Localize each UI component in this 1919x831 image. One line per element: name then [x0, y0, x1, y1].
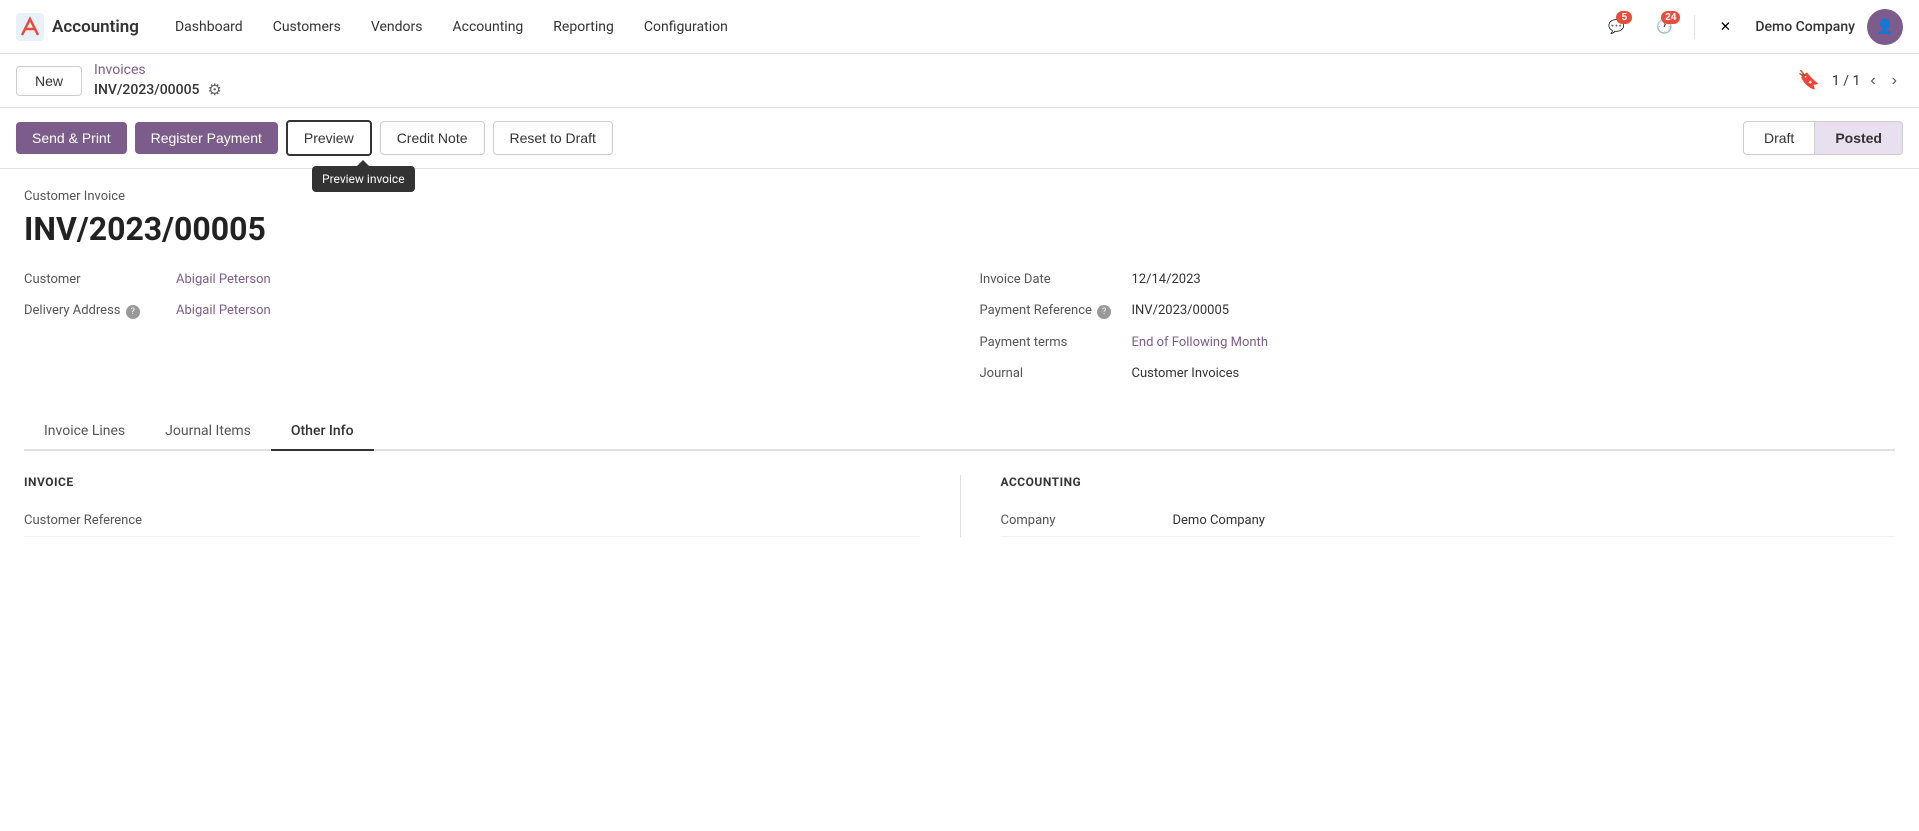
- other-info-grid: INVOICE Customer Reference ACCOUNTING Co…: [24, 475, 1895, 537]
- pager-info: 1 / 1: [1832, 73, 1860, 89]
- other-info-content: INVOICE Customer Reference ACCOUNTING Co…: [24, 475, 1895, 537]
- new-button[interactable]: New: [16, 66, 82, 96]
- invoice-date-row: Invoice Date 12/14/2023: [980, 272, 1896, 287]
- record-id: INV/2023/00005: [94, 82, 199, 98]
- tab-invoice-lines[interactable]: Invoice Lines: [24, 413, 145, 451]
- delivery-help-icon[interactable]: ?: [126, 305, 140, 319]
- next-record-button[interactable]: ›: [1886, 68, 1903, 94]
- menu-reporting[interactable]: Reporting: [541, 13, 626, 41]
- delivery-value[interactable]: Abigail Peterson: [176, 303, 271, 318]
- invoice-date-value[interactable]: 12/14/2023: [1132, 272, 1201, 287]
- tab-journal-items[interactable]: Journal Items: [145, 413, 271, 451]
- payment-ref-value[interactable]: INV/2023/00005: [1132, 303, 1230, 318]
- payment-terms-label: Payment terms: [980, 335, 1120, 350]
- payment-ref-label: Payment Reference ?: [980, 303, 1120, 319]
- customer-section: Customer Abigail Peterson Delivery Addre…: [24, 272, 940, 381]
- payment-ref-help-icon[interactable]: ?: [1097, 305, 1111, 319]
- payment-terms-value[interactable]: End of Following Month: [1132, 335, 1268, 350]
- customer-reference-row: Customer Reference: [24, 505, 920, 537]
- top-navigation: Accounting Dashboard Customers Vendors A…: [0, 0, 1919, 54]
- tools-icon: ✕: [1720, 19, 1731, 35]
- accounting-section-title: ACCOUNTING: [1001, 475, 1896, 489]
- customer-row: Customer Abigail Peterson: [24, 272, 940, 287]
- tools-button[interactable]: ✕: [1707, 9, 1743, 45]
- status-bar: Draft Posted: [1743, 121, 1903, 155]
- tab-other-info[interactable]: Other Info: [271, 413, 374, 451]
- invoice-form: Customer Abigail Peterson Delivery Addre…: [24, 272, 1895, 381]
- messages-button[interactable]: 💬 5: [1598, 9, 1634, 45]
- payment-terms-row: Payment terms End of Following Month: [980, 335, 1896, 350]
- status-posted-button[interactable]: Posted: [1815, 121, 1903, 155]
- menu-configuration[interactable]: Configuration: [632, 13, 740, 41]
- preview-tooltip: Preview invoice: [312, 166, 415, 192]
- customer-value[interactable]: Abigail Peterson: [176, 272, 271, 287]
- prev-record-button[interactable]: ‹: [1864, 68, 1881, 94]
- company-row: Company Demo Company: [1001, 505, 1896, 537]
- avatar-initials: 👤: [1876, 19, 1893, 35]
- invoice-date-label: Invoice Date: [980, 272, 1120, 287]
- accounting-section: ACCOUNTING Company Demo Company: [960, 475, 1896, 537]
- journal-label: Journal: [980, 366, 1120, 381]
- record-pager: 🔖 1 / 1 ‹ ›: [1797, 68, 1903, 94]
- settings-icon[interactable]: ⚙: [208, 80, 222, 99]
- menu-vendors[interactable]: Vendors: [359, 13, 435, 41]
- main-menu: Dashboard Customers Vendors Accounting R…: [163, 13, 1574, 41]
- menu-customers[interactable]: Customers: [261, 13, 353, 41]
- document-number: INV/2023/00005: [24, 210, 1895, 248]
- app-name: Accounting: [52, 17, 139, 37]
- journal-value[interactable]: Customer Invoices: [1132, 366, 1240, 381]
- send-print-button[interactable]: Send & Print: [16, 122, 127, 154]
- record-navigation: New Invoices INV/2023/00005 ⚙ 🔖 1 / 1 ‹ …: [0, 54, 1919, 108]
- reset-to-draft-button[interactable]: Reset to Draft: [493, 121, 613, 155]
- company-value[interactable]: Demo Company: [1173, 513, 1265, 528]
- app-logo[interactable]: Accounting: [16, 13, 139, 41]
- activities-button[interactable]: 🕐 24: [1646, 9, 1682, 45]
- credit-note-button[interactable]: Credit Note: [380, 121, 485, 155]
- company-name[interactable]: Demo Company: [1755, 19, 1855, 35]
- user-avatar[interactable]: 👤: [1867, 9, 1903, 45]
- action-bar: Send & Print Register Payment Preview Cr…: [0, 108, 1919, 169]
- delivery-row: Delivery Address ? Abigail Peterson: [24, 303, 940, 319]
- main-content: Customer Invoice INV/2023/00005 Customer…: [0, 169, 1919, 557]
- invoice-details-section: Invoice Date 12/14/2023 Payment Referenc…: [980, 272, 1896, 381]
- activities-badge: 24: [1661, 11, 1680, 24]
- company-label: Company: [1001, 513, 1161, 528]
- status-draft-button[interactable]: Draft: [1743, 121, 1815, 155]
- tabs-container: Invoice Lines Journal Items Other Info: [24, 413, 1895, 451]
- invoice-section: INVOICE Customer Reference: [24, 475, 960, 537]
- delivery-label: Delivery Address ?: [24, 303, 164, 319]
- invoice-section-title: INVOICE: [24, 475, 920, 489]
- breadcrumb-invoices[interactable]: Invoices: [94, 62, 222, 78]
- journal-row: Journal Customer Invoices: [980, 366, 1896, 381]
- register-payment-button[interactable]: Register Payment: [135, 122, 278, 154]
- bookmark-icon[interactable]: 🔖: [1797, 70, 1819, 91]
- menu-accounting[interactable]: Accounting: [440, 13, 535, 41]
- customer-reference-label: Customer Reference: [24, 513, 184, 528]
- document-type: Customer Invoice: [24, 189, 1895, 204]
- menu-dashboard[interactable]: Dashboard: [163, 13, 255, 41]
- payment-ref-row: Payment Reference ? INV/2023/00005: [980, 303, 1896, 319]
- topnav-right: 💬 5 🕐 24 ✕ Demo Company 👤: [1598, 9, 1903, 45]
- customer-label: Customer: [24, 272, 164, 287]
- preview-button[interactable]: Preview: [286, 120, 372, 156]
- messages-badge: 5: [1616, 11, 1632, 24]
- nav-separator: [1694, 15, 1695, 39]
